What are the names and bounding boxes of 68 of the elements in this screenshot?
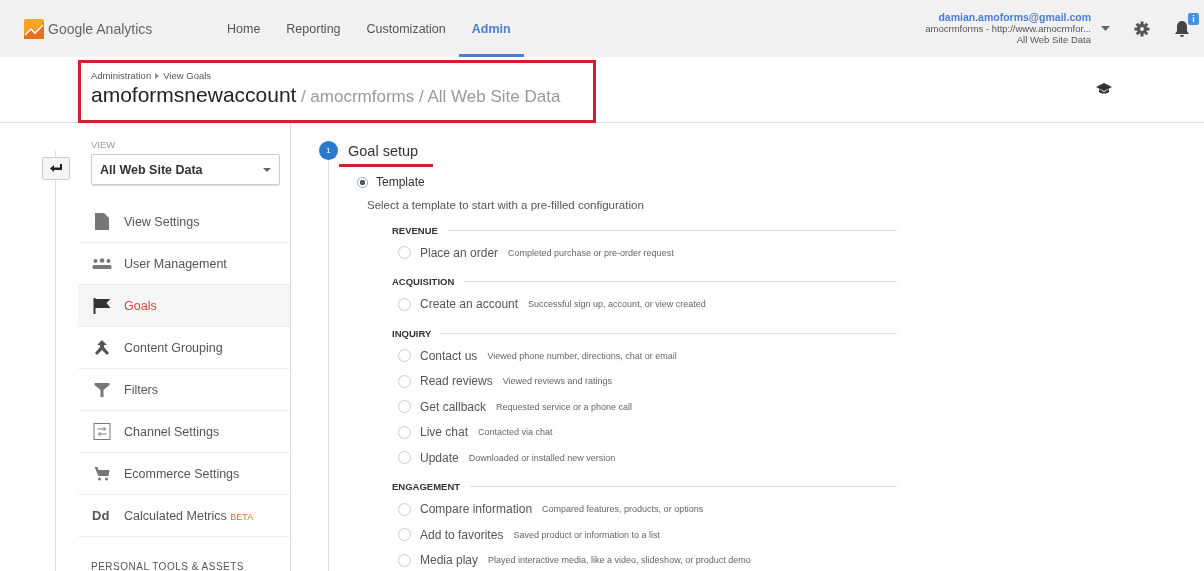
- property-name: amocrmforms - http://www.amocrmfor...: [925, 23, 1091, 34]
- view-label: VIEW: [91, 139, 117, 150]
- option-label[interactable]: Live chat: [420, 425, 469, 440]
- template-description: Select a template to start with a pre-filled configuration: [367, 199, 645, 211]
- step-number: 1: [319, 141, 338, 160]
- option-description: Downloaded or installed new version: [468, 452, 616, 463]
- option-label[interactable]: Get callback: [420, 399, 487, 414]
- option-description: Viewed reviews and ratings: [502, 376, 613, 387]
- sidebar-item[interactable]: Filters: [78, 369, 290, 411]
- option-label[interactable]: Compare information: [420, 502, 533, 517]
- option-label[interactable]: Media play: [420, 553, 479, 568]
- group-heading: ENGAGEMENT: [392, 481, 461, 492]
- view-name: All Web Site Data: [1016, 34, 1091, 45]
- option-description: Completed purchase or pre-order request: [508, 247, 674, 258]
- dropdown-caret-icon: [263, 167, 271, 172]
- nav-tab[interactable]: Admin: [458, 0, 524, 57]
- breadcrumb-link[interactable]: Administration: [91, 70, 152, 81]
- option-description: Compared features, products, or options: [542, 504, 704, 515]
- flag-icon: [92, 297, 112, 314]
- breadcrumb-link[interactable]: View Goals: [163, 70, 212, 81]
- nav-tab[interactable]: Customization: [353, 0, 459, 57]
- graduation-cap-icon[interactable]: [1096, 83, 1112, 95]
- option-description: Viewed phone number, directions, chat or email: [487, 350, 677, 361]
- group-heading: INQUIRY: [392, 327, 432, 339]
- cart-icon: [92, 466, 112, 481]
- sidebar-item[interactable]: Ecommerce Settings: [78, 453, 290, 495]
- sidebar-item[interactable]: Content Grouping: [78, 327, 290, 369]
- chevron-icon: [155, 72, 160, 79]
- property-path: / amocrmforms / All Web Site Data: [300, 87, 561, 106]
- option-description: Played interactive media, like a video, slideshow, or product demo: [488, 555, 751, 566]
- document-icon: [92, 213, 112, 230]
- sidebar-item[interactable]: Channel Settings: [78, 411, 290, 453]
- option-description: Contacted via chat: [478, 427, 553, 438]
- nav-tab[interactable]: Reporting: [273, 0, 354, 57]
- back-button[interactable]: [42, 157, 70, 180]
- analytics-logo-icon: [24, 18, 44, 39]
- sidebar-item[interactable]: View Settings: [78, 201, 290, 243]
- account-email: damian.amoforms@gmail.com: [938, 12, 1091, 23]
- option-description: Successful sign up, account, or view created: [528, 299, 706, 310]
- option-label[interactable]: Add to favorites: [420, 527, 504, 542]
- nav-tab[interactable]: Home: [214, 0, 274, 57]
- option-label[interactable]: Read reviews: [420, 374, 493, 389]
- option-label[interactable]: Place an order: [420, 245, 499, 260]
- view-select[interactable]: All Web Site Data: [91, 154, 280, 185]
- option-label[interactable]: Update: [420, 450, 459, 465]
- notification-badge: i: [1188, 12, 1199, 25]
- notification-bell-icon[interactable]: [1174, 19, 1190, 38]
- dimension-icon: Dd: [92, 508, 112, 523]
- back-arrow-icon: [50, 164, 62, 173]
- option-label[interactable]: Contact us: [420, 348, 478, 363]
- group-heading: REVENUE: [392, 224, 438, 236]
- option-description: Saved product or information to a list: [513, 529, 660, 540]
- settings-icon[interactable]: [1134, 20, 1150, 37]
- dropdown-caret-icon[interactable]: [1101, 26, 1110, 31]
- option-description: Requested service or a phone call: [496, 401, 633, 412]
- users-icon: [92, 258, 112, 269]
- goal-setup-title: Goal setup: [348, 142, 419, 159]
- option-label[interactable]: Create an account: [420, 297, 519, 312]
- sidebar-item[interactable]: Dd Calculated Metrics BETA: [78, 495, 290, 537]
- section-heading: PERSONAL TOOLS & ASSETS: [91, 561, 246, 571]
- template-radio[interactable]: Template: [357, 175, 425, 189]
- merge-arrow-icon: [92, 339, 112, 356]
- sidebar-item[interactable]: Goals: [78, 285, 290, 327]
- account-title: amoformsnewaccount: [91, 83, 297, 106]
- filter-icon: [92, 382, 112, 397]
- product-name: Google Analytics: [48, 20, 153, 37]
- channel-settings-icon: [92, 423, 112, 440]
- group-heading: ACQUISITION: [392, 276, 455, 287]
